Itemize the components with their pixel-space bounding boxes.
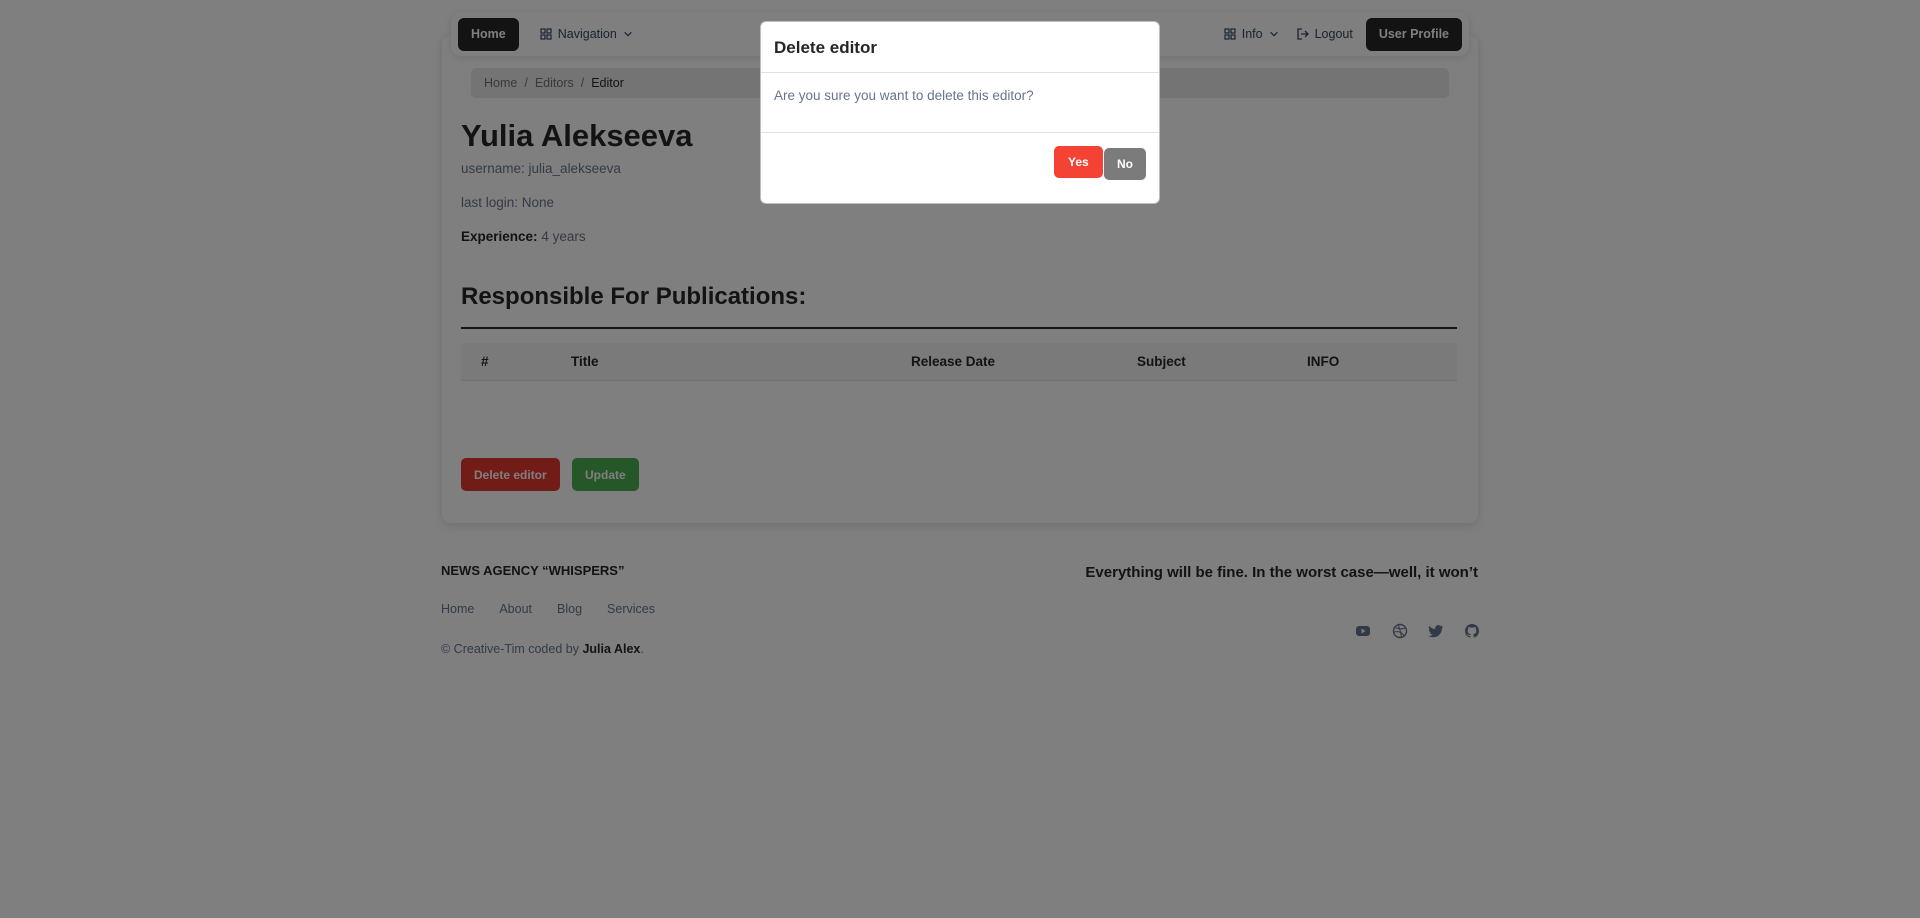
modal-header-divider <box>761 72 1159 73</box>
modal-body-text: Are you sure you want to delete this edi… <box>774 88 1034 103</box>
confirm-yes-button[interactable]: Yes <box>1054 146 1103 178</box>
modal-title: Delete editor <box>774 38 877 57</box>
delete-editor-modal: Delete editor Are you sure you want to d… <box>760 21 1160 204</box>
confirm-no-button[interactable]: No <box>1104 148 1146 180</box>
modal-footer-divider <box>761 132 1159 133</box>
